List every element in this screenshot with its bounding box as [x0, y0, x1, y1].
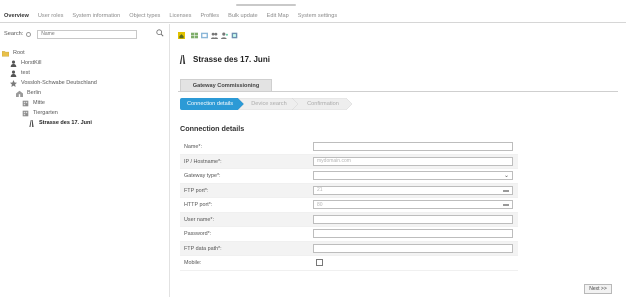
tab-object-types[interactable]: Object types [129, 13, 160, 19]
user-icon [10, 60, 17, 67]
tab-licenses[interactable]: Licenses [169, 13, 191, 19]
company-icon [10, 79, 17, 87]
tree-item-strasse-des-17-juni[interactable]: Strasse des 17. Juni [2, 118, 170, 128]
tab-gateway-commissioning[interactable]: Gateway Commissioning [180, 79, 272, 91]
tab-edit-map[interactable]: Edit Map [267, 13, 289, 19]
field-label: Gateway type*: [184, 173, 221, 179]
tree-item-label: Mitte [33, 100, 45, 106]
field-value: 80 [317, 201, 323, 208]
street-icon [179, 55, 186, 64]
page-title: Strasse des 17. Juni [193, 55, 270, 64]
object-tree: Root HorstKill test Vossloh-Schwabe Deut… [2, 48, 170, 128]
form-row-ftp-port: FTP port*: 21 [180, 183, 518, 198]
window-drag-handle[interactable] [236, 4, 296, 6]
tree-item-horstkill[interactable]: HorstKill [2, 58, 170, 68]
tab-user-roles[interactable]: User roles [38, 13, 64, 19]
top-navigation: Overview User roles System information O… [0, 9, 626, 23]
field-label: Password*: [184, 231, 212, 237]
folder-icon [2, 50, 9, 56]
tree-item-label: Root [13, 50, 25, 56]
next-button[interactable]: Next >> [584, 284, 612, 294]
tab-overview[interactable]: Overview [4, 13, 29, 19]
map-icon[interactable] [191, 32, 198, 39]
wizard-step-device-search[interactable]: Device search [242, 98, 296, 110]
wizard-step-confirmation[interactable]: Confirmation [296, 98, 350, 110]
user-name-field[interactable] [313, 214, 513, 224]
connection-details-form: Name*: IP / Hostname*: mydomain.com Gate… [180, 140, 518, 271]
tab-divider [178, 91, 618, 92]
search-options-icon[interactable] [26, 31, 32, 37]
form-row-name: Name*: [180, 140, 518, 155]
tab-system-settings[interactable]: System settings [298, 13, 337, 19]
form-row-gateway-type: Gateway type*: ⌄ [180, 169, 518, 184]
wizard-step-connection-details[interactable]: Connection details [180, 98, 240, 110]
field-value: mydomain.com [317, 158, 351, 164]
tree-item-label: test [21, 70, 30, 76]
ip-hostname-field[interactable]: mydomain.com [313, 156, 513, 166]
form-row-http-port: HTTP port*: 80 [180, 198, 518, 213]
device-icon[interactable] [231, 32, 238, 39]
chevron-down-icon: ⌄ [503, 173, 509, 179]
form-row-mobile: Mobile: [180, 256, 518, 271]
field-label: FTP data path*: [184, 245, 222, 252]
ftp-data-path-field[interactable] [313, 243, 513, 253]
search-input[interactable] [37, 29, 138, 39]
ftp-port-field[interactable]: 21 [313, 185, 513, 195]
district-icon [22, 110, 29, 116]
left-panel: Search: Root HorstKill test Vossloh-Schw… [0, 24, 170, 297]
field-label: FTP port*: [184, 187, 209, 194]
gateway-type-select[interactable]: ⌄ [313, 171, 513, 180]
tree-item-mitte[interactable]: Mitte [2, 98, 170, 108]
view-icon[interactable] [201, 32, 208, 39]
street-icon [29, 119, 34, 127]
building-icon [16, 90, 23, 97]
tree-item-root[interactable]: Root [2, 48, 170, 58]
tab-bulk-update[interactable]: Bulk update [228, 13, 258, 19]
home-icon[interactable] [178, 31, 185, 39]
spinner-icon[interactable] [503, 189, 509, 192]
tab-system-information[interactable]: System information [72, 13, 120, 19]
form-row-ip-hostname: IP / Hostname*: mydomain.com [180, 154, 518, 169]
tree-item-berlin[interactable]: Berlin [2, 88, 170, 98]
tree-item-label: Strasse des 17. Juni [39, 120, 92, 126]
form-row-password: Password*: [180, 227, 518, 242]
tree-item-label: Tiergarten [33, 110, 58, 116]
tree-item-vossloh-schwabe[interactable]: Vossloh-Schwabe Deutschland [2, 78, 170, 88]
tree-item-label: Vossloh-Schwabe Deutschland [21, 80, 97, 86]
http-port-field[interactable]: 80 [313, 200, 513, 209]
form-row-ftp-data-path: FTP data path*: [180, 241, 518, 256]
tab-profiles[interactable]: Profiles [200, 13, 219, 19]
user-add-icon[interactable] [221, 32, 228, 39]
field-label: Name*: [184, 144, 202, 150]
tree-item-tiergarten[interactable]: Tiergarten [2, 108, 170, 118]
search-icon[interactable] [156, 29, 164, 37]
form-row-user-name: User name*: [180, 212, 518, 227]
tree-item-label: HorstKill [21, 60, 42, 66]
field-label: Mobile: [184, 260, 202, 266]
district-icon [22, 100, 29, 106]
tree-item-label: Berlin [27, 90, 42, 96]
field-label: HTTP port*: [184, 202, 213, 208]
page-header: Strasse des 17. Juni [178, 55, 270, 64]
password-field[interactable] [313, 229, 513, 238]
user-icon [10, 70, 17, 77]
search-bar: Search: [4, 28, 166, 40]
section-heading: Connection details [180, 124, 245, 133]
group-icon[interactable] [211, 32, 218, 39]
field-label: IP / Hostname*: [184, 158, 222, 165]
toolbar [178, 30, 241, 40]
field-value: 21 [317, 187, 323, 193]
field-label: User name*: [184, 216, 214, 223]
spinner-icon[interactable] [503, 204, 509, 206]
tree-item-test[interactable]: test [2, 68, 170, 78]
name-field[interactable] [313, 142, 513, 151]
search-label: Search: [4, 31, 24, 37]
mobile-checkbox[interactable] [316, 259, 323, 266]
